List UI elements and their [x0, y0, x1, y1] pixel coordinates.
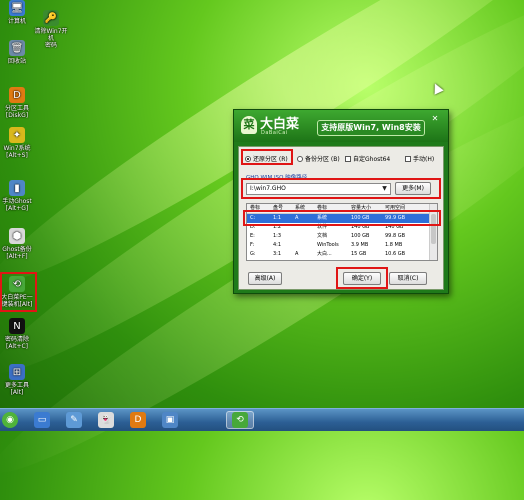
- table-cell: A: [295, 251, 299, 257]
- highlight-restore-option: [241, 149, 293, 165]
- win7-pw-tool-icon: 🔑: [43, 10, 59, 26]
- recycle-bin-icon: 🗑: [9, 40, 25, 56]
- system-install-icon: ▮: [9, 180, 25, 196]
- computer-icon: 🖥: [9, 0, 25, 16]
- desktop-icon-win7-pw-tool[interactable]: 🔑 清除Win7开机 密码: [34, 10, 68, 49]
- highlight-partition-row: [243, 210, 441, 226]
- table-cell: 文档: [317, 233, 328, 239]
- highlight-image-path: [241, 178, 441, 199]
- manual-label: 手动(H): [413, 156, 435, 163]
- dialog-banner: 支持原版Win7, Win8安装: [317, 120, 425, 136]
- table-cell: E:: [250, 233, 255, 239]
- table-cell: 10.6 GB: [385, 251, 406, 257]
- table-cell: 15 GB: [351, 251, 367, 257]
- table-cell: 100 GB: [351, 233, 370, 239]
- dialog-body: 还原分区 (R) 备份分区 (B) 自定Ghost64 手动(H) GHO WI…: [238, 146, 444, 290]
- table-row[interactable]: E: 1:3 文档 100 GB 99.8 GB: [247, 232, 431, 241]
- backup-partition-radio[interactable]: 备份分区 (B): [297, 154, 340, 163]
- table-row[interactable]: G: 3:1 A 大白... 15 GB 10.6 GB: [247, 250, 431, 259]
- table-cell: WinTools: [317, 242, 339, 248]
- dialog-logo-subtitle: DaBaiCai: [261, 130, 288, 136]
- onekey-install-dialog: 菜 大白菜 DaBaiCai 支持原版Win7, Win8安装 ✕ 还原分区 (…: [233, 109, 449, 294]
- table-cell: 大白...: [317, 251, 332, 257]
- desktop-icon-ghost-backup[interactable]: ⬢ Ghost备份 [Alt+F]: [0, 228, 34, 260]
- password-tool-icon: N: [9, 318, 25, 334]
- cmd-taskbar-icon[interactable]: ▣: [162, 412, 178, 428]
- checkbox-icon: [345, 155, 351, 162]
- table-cell: 1:3: [273, 233, 282, 239]
- desktop-icon-label: 计算机: [7, 18, 26, 25]
- more-tools-icon: ⊞: [9, 364, 25, 380]
- highlight-ok-button: [336, 267, 388, 289]
- cancel-button[interactable]: 取消(C): [389, 272, 427, 285]
- pe-tool-icon: ✦: [9, 127, 25, 143]
- desktop-icon-label: 手动Ghost [Alt+G]: [2, 198, 32, 212]
- backup-partition-label: 备份分区 (B): [305, 156, 340, 163]
- checkbox-icon: [405, 155, 411, 162]
- table-cell: 3:1: [273, 251, 282, 257]
- desktop-icon-label: 清除Win7开机 密码: [34, 28, 68, 49]
- cabbage-logo-icon: 菜: [241, 116, 257, 134]
- table-cell: 3.9 MB: [351, 242, 369, 248]
- table-cell: F:: [250, 242, 255, 248]
- partition-tool-icon: D: [9, 87, 25, 103]
- start-orb-icon[interactable]: ◉: [2, 412, 18, 428]
- desktop-icon-label: 更多工具 [Alt]: [4, 382, 29, 396]
- onekey-taskbar-icon[interactable]: ⟲: [232, 412, 248, 428]
- desktop-icon-system-install[interactable]: ▮ 手动Ghost [Alt+G]: [0, 180, 34, 212]
- desktop-icon-partition-tool[interactable]: D 分区工具 [DiskG]: [0, 87, 34, 119]
- desktop-icon-label: Win7系统 [Alt+S]: [3, 145, 31, 159]
- computer-taskbar-icon[interactable]: ▭: [34, 412, 50, 428]
- manual-checkbox[interactable]: 手动(H): [405, 154, 434, 163]
- advanced-button[interactable]: 高级(A): [248, 272, 282, 285]
- desktop-icon-label: 回收站: [7, 58, 26, 65]
- close-button[interactable]: ✕: [429, 113, 441, 124]
- desktop-icon-password-tool[interactable]: N 密码清除 [Alt+C]: [0, 318, 34, 350]
- desktop-icon-label: 分区工具 [DiskG]: [4, 105, 29, 119]
- partition-taskbar-icon[interactable]: D: [130, 412, 146, 428]
- desktop-icon-computer[interactable]: 🖥 计算机: [0, 0, 34, 25]
- custom-ghost64-label: 自定Ghost64: [353, 156, 391, 163]
- custom-ghost64-checkbox[interactable]: 自定Ghost64: [345, 154, 390, 163]
- desktop-icon-pe-tool[interactable]: ✦ Win7系统 [Alt+S]: [0, 127, 34, 159]
- highlight-onekey-install: [0, 272, 37, 312]
- table-row[interactable]: F: 4:1 WinTools 3.9 MB 1.8 MB: [247, 241, 431, 250]
- desktop-icon-label: 密码清除 [Alt+C]: [4, 336, 29, 350]
- desktop-icon-recycle-bin[interactable]: 🗑 回收站: [0, 40, 34, 65]
- tools-taskbar-icon[interactable]: ✎: [66, 412, 82, 428]
- radio-icon: [297, 155, 303, 162]
- desktop-icon-label: Ghost备份 [Alt+F]: [2, 246, 32, 260]
- taskbar: ◉ ▭ ✎ 👻 D ▣ ⟲: [0, 408, 524, 431]
- dialog-header: 菜 大白菜 DaBaiCai 支持原版Win7, Win8安装 ✕: [234, 110, 448, 142]
- table-cell: 99.8 GB: [385, 233, 406, 239]
- desktop-icon-more-tools[interactable]: ⊞ 更多工具 [Alt]: [0, 364, 34, 396]
- ghost-backup-icon: ⬢: [9, 228, 25, 244]
- table-cell: 4:1: [273, 242, 282, 248]
- ghost-taskbar-icon[interactable]: 👻: [98, 412, 114, 428]
- table-cell: 1.8 MB: [385, 242, 403, 248]
- table-cell: G:: [250, 251, 256, 257]
